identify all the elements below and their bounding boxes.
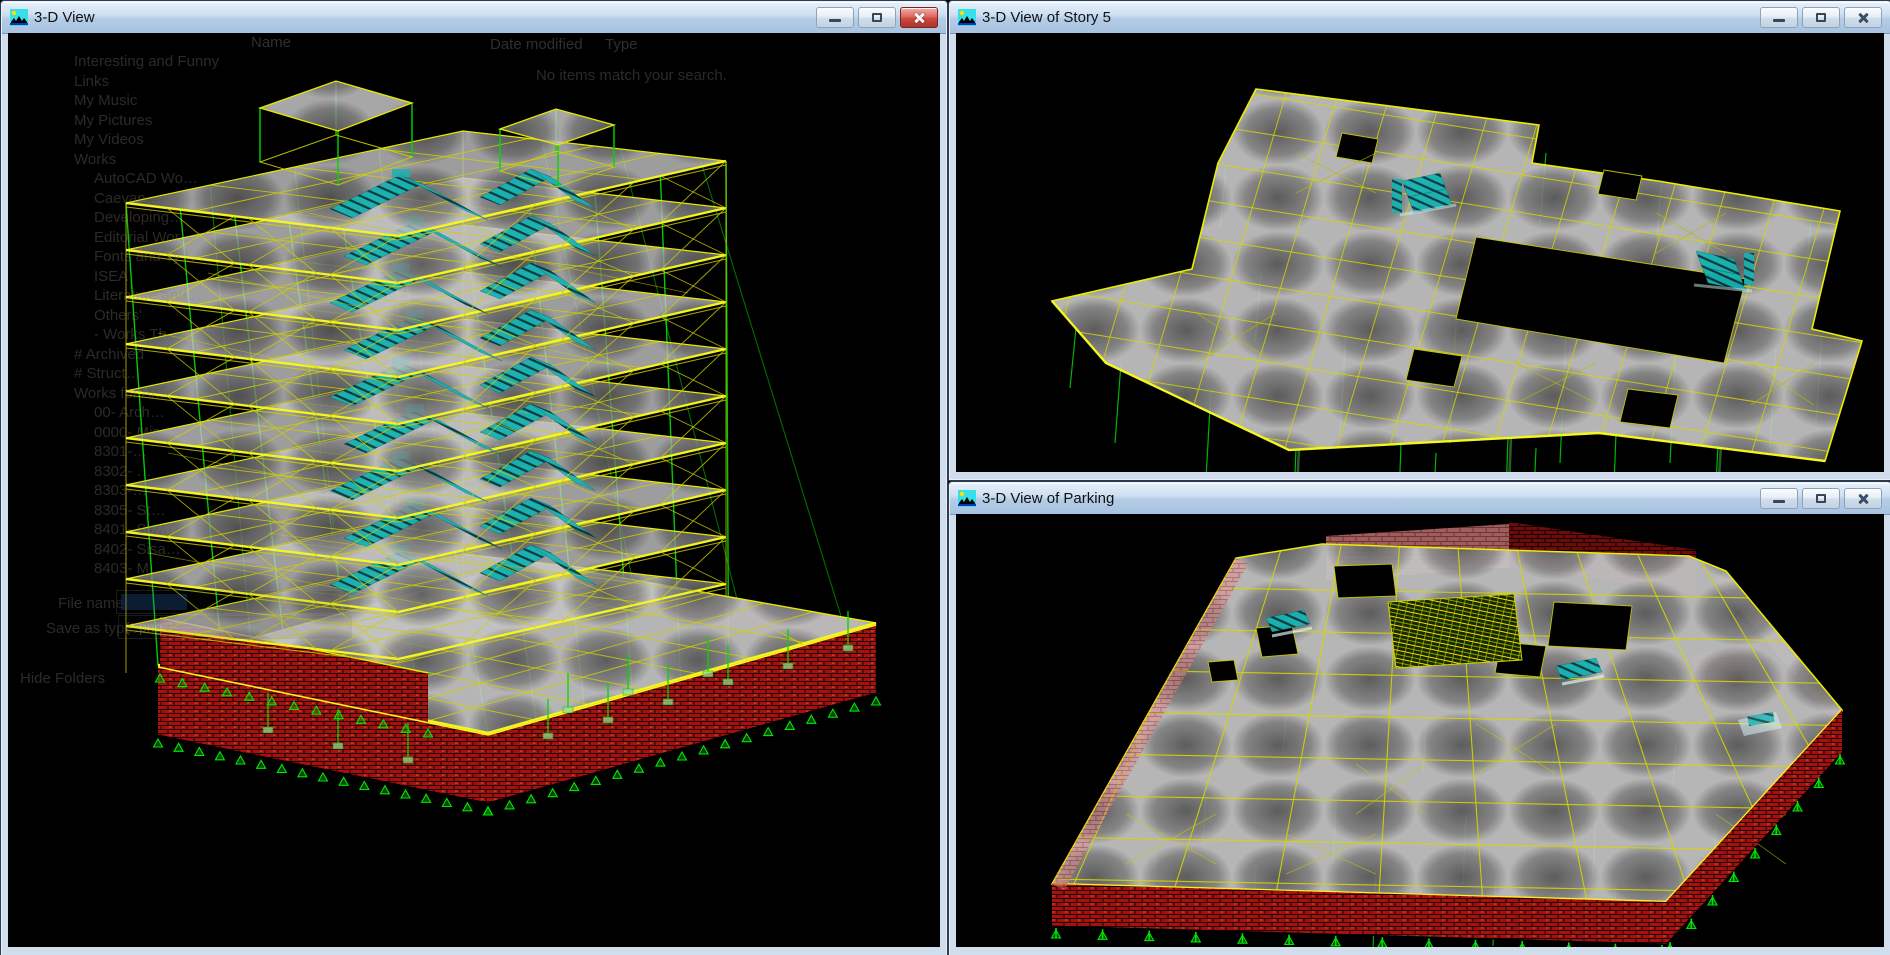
window-titlebar[interactable]: 3-D View of Story 5 <box>950 2 1890 34</box>
minimize-icon <box>1773 19 1785 22</box>
restore-icon <box>1816 13 1826 22</box>
restore-button[interactable] <box>858 7 896 28</box>
model-3d-parking <box>956 514 1884 947</box>
window-3d-view-parking: 3-D View of Parking <box>948 481 1890 955</box>
restore-button[interactable] <box>1802 488 1840 509</box>
close-icon <box>1856 493 1870 505</box>
viewport-3d-view[interactable]: Name Date modified Type No items match y… <box>8 33 940 947</box>
minimize-icon <box>829 19 841 22</box>
restore-icon <box>872 13 882 22</box>
restore-icon <box>1816 494 1826 503</box>
window-3d-view: 3-D View Name Date modified Type No item… <box>0 0 948 955</box>
etabs-3d-view-icon[interactable] <box>958 9 976 26</box>
model-3d-full-building <box>8 33 940 947</box>
window-title: 3-D View of Parking <box>982 490 1760 507</box>
etabs-3d-view-icon[interactable] <box>10 9 28 26</box>
window-titlebar[interactable]: 3-D View <box>2 2 946 34</box>
mdi-workspace: 3-D View Name Date modified Type No item… <box>0 0 1890 955</box>
window-titlebar[interactable]: 3-D View of Parking <box>950 483 1890 515</box>
close-icon <box>912 12 926 24</box>
restore-button[interactable] <box>1802 7 1840 28</box>
minimize-button[interactable] <box>816 7 854 28</box>
window-title: 3-D View of Story 5 <box>982 9 1760 26</box>
model-3d-story5 <box>956 33 1884 472</box>
etabs-3d-view-icon[interactable] <box>958 490 976 507</box>
viewport-parking[interactable] <box>956 514 1884 947</box>
close-icon <box>1856 12 1870 24</box>
close-button[interactable] <box>1844 488 1882 509</box>
viewport-story5[interactable] <box>956 33 1884 472</box>
minimize-button[interactable] <box>1760 488 1798 509</box>
minimize-icon <box>1773 500 1785 503</box>
window-title: 3-D View <box>34 9 816 26</box>
close-button[interactable] <box>1844 7 1882 28</box>
window-3d-view-story5: 3-D View of Story 5 <box>948 0 1890 481</box>
close-button[interactable] <box>900 7 938 28</box>
minimize-button[interactable] <box>1760 7 1798 28</box>
